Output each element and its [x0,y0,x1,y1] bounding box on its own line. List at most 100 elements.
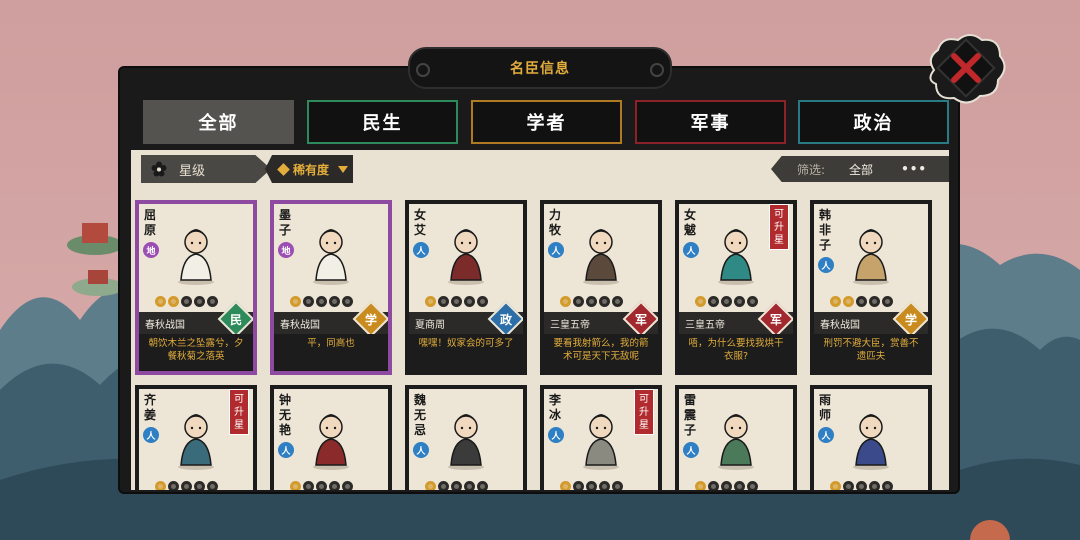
minister-portrait [448,414,484,470]
minister-name: 墨子 [279,208,292,237]
minister-card[interactable]: 雨师人 [810,385,932,490]
star-icon [695,481,706,490]
minister-portrait [718,229,754,285]
tab-military[interactable]: 军事 [635,100,786,144]
minister-card[interactable]: 钟无艳人 [270,385,392,490]
star-icon [708,481,719,490]
minister-card[interactable]: 墨子地春秋战国学平，同高也 [270,200,392,375]
star-icon [290,481,301,490]
star-icon [477,481,488,490]
minister-card[interactable]: 齐姜人 可升星 [135,385,257,490]
star-icon [586,296,597,307]
minister-portrait [448,229,484,285]
star-icon [708,296,719,307]
filter-value: 全部 [849,162,874,177]
star-icon [599,481,610,490]
close-icon [929,34,1006,104]
minister-card[interactable]: 女艾人夏商周政嘿嘿！奴家会的可多了 [405,200,527,375]
minister-portrait [583,414,619,470]
minister-name: 雷震子 [684,393,697,437]
star-rating [830,296,893,307]
rank-badge: 人 [413,442,429,458]
close-button[interactable] [924,30,1008,110]
rank-badge: 人 [818,257,834,273]
rarity-sort-button[interactable]: 稀有度 [265,155,353,183]
minister-name: 魏无忌 [414,393,427,437]
minister-portrait [718,414,754,470]
minister-quote: 要看我射箭么，我的箭术可是天下无敌呢 [544,334,658,371]
star-icon [464,296,475,307]
star-icon [573,481,584,490]
star-icon [856,481,867,490]
minister-card[interactable]: 韩非子人春秋战国学刑罚不避大臣，赏善不遗匹夫 [810,200,932,375]
star-icon [303,296,314,307]
rank-badge: 人 [413,242,429,258]
tab-scholar[interactable]: 学者 [471,100,622,144]
minister-card-body: 雷震子人 [679,389,793,490]
category-label: 民 [229,312,242,327]
star-icon [464,481,475,490]
minister-card-body: 魏无忌人 [409,389,523,490]
star-icon [438,481,449,490]
filter-dropdown[interactable]: 筛选: 全部 ••• [771,156,949,182]
tab-all[interactable]: 全部 [143,100,294,144]
star-icon [438,296,449,307]
star-icon [734,481,745,490]
rank-badge: 人 [818,427,834,443]
page-title: 名臣信息 [510,61,570,77]
star-icon [882,296,893,307]
star-rating [425,296,488,307]
star-rating [695,481,758,490]
star-icon [168,481,179,490]
star-icon [586,481,597,490]
star-icon [747,296,758,307]
minister-card[interactable]: 女魃人可升星 三皇五帝军唔，为什么要找我烘干衣服? [675,200,797,375]
star-icon [560,296,571,307]
minister-quote: 朝饮木兰之坠露兮，夕餐秋菊之落英 [139,334,253,371]
star-icon [830,481,841,490]
minister-card-body: 力牧人三皇五帝军要看我射箭么，我的箭术可是天下无敌呢 [544,204,658,371]
star-icon [747,481,758,490]
minister-card-body: 齐姜人 可升星 [139,389,253,490]
star-icon [573,296,584,307]
minister-card[interactable]: 屈原地春秋战国民朝饮木兰之坠露兮，夕餐秋菊之落英 [135,200,257,375]
star-rating [425,481,488,490]
tab-politics[interactable]: 政治 [798,100,949,144]
minister-card-body: 墨子地春秋战国学平，同高也 [274,204,388,371]
minister-card[interactable]: 力牧人三皇五帝军要看我射箭么，我的箭术可是天下无敌呢 [540,200,662,375]
flower-icon [151,161,167,177]
minister-quote: 唔，为什么要找我烘干衣服? [679,334,793,371]
rarity-sort-label: 稀有度 [293,162,330,177]
star-icon [830,296,841,307]
star-rating [155,296,218,307]
tab-livelihood[interactable]: 民生 [307,100,458,144]
minister-name: 钟无艳 [279,393,292,437]
minister-card-body: 李冰人 可升星 [544,389,658,490]
upgrade-star-tag: 可升星 [229,389,249,435]
upgrade-star-tag: 可升星 [634,389,654,435]
star-icon [425,481,436,490]
more-icon[interactable]: ••• [901,162,927,176]
category-label: 学 [364,312,377,327]
minister-name: 雨师 [819,393,832,422]
star-icon [721,296,732,307]
rank-badge: 地 [143,242,159,258]
minister-name: 女魃 [684,208,697,237]
rank-badge: 人 [278,442,294,458]
star-sort-button[interactable]: 星级 [141,155,271,183]
minister-name: 韩非子 [819,208,832,252]
star-icon [599,296,610,307]
minister-portrait [853,414,889,470]
star-icon [560,481,571,490]
rank-badge: 人 [548,427,564,443]
title-plaque: 名臣信息 [408,47,672,89]
upgrade-star-tag: 可升星 [769,204,789,250]
minister-card[interactable]: 魏无忌人 [405,385,527,490]
minister-name: 力牧 [549,208,562,237]
star-icon [477,296,488,307]
star-icon [290,296,301,307]
rank-badge: 人 [683,442,699,458]
minister-card[interactable]: 雷震子人 [675,385,797,490]
minister-card[interactable]: 李冰人 可升星 [540,385,662,490]
star-icon [181,481,192,490]
